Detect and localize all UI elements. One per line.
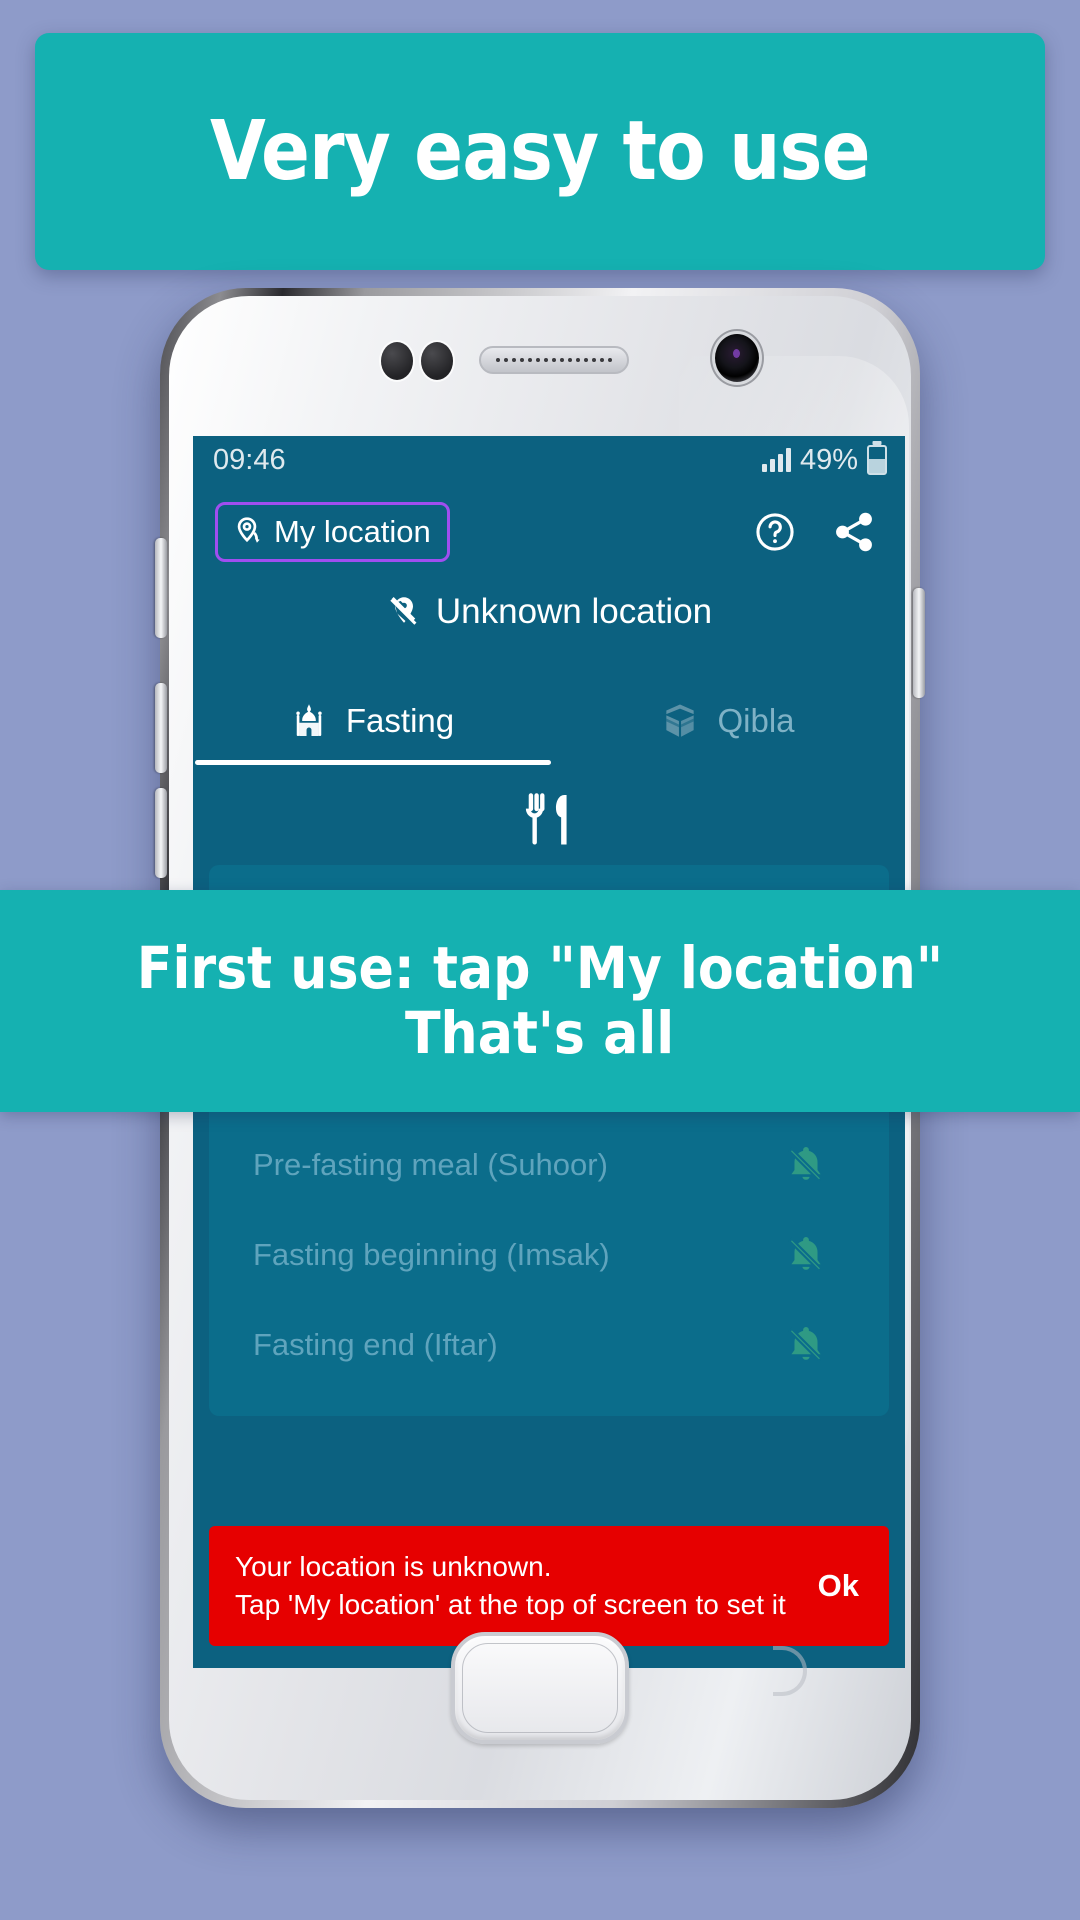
- bell-off-icon[interactable]: [783, 1142, 829, 1188]
- location-off-icon: [386, 594, 422, 630]
- status-bar: 09:46 49%: [193, 436, 905, 484]
- bell-off-icon[interactable]: [783, 1232, 829, 1278]
- tab-indicator: [193, 760, 905, 765]
- light-sensor-icon: [421, 342, 453, 380]
- event-label: Pre-fasting meal (Suhoor): [253, 1147, 608, 1182]
- my-location-button[interactable]: My location: [215, 502, 450, 562]
- event-label: Fasting beginning (Imsak): [253, 1237, 610, 1272]
- location-status-label: Unknown location: [435, 592, 713, 631]
- tab-fasting[interactable]: Fasting: [193, 700, 549, 760]
- snackbar-message: Your location is unknown. Tap 'My locati…: [235, 1548, 786, 1624]
- power-button: [913, 588, 925, 698]
- battery-icon: [867, 445, 887, 475]
- help-circle-icon[interactable]: [753, 510, 797, 554]
- earpiece-speaker-icon: [479, 346, 629, 374]
- volume-up-button: [155, 683, 167, 773]
- meal-section-header: [193, 789, 905, 851]
- tab-fasting-label: Fasting: [345, 702, 455, 739]
- promo-banner-middle-line1: First use: tap "My location": [136, 934, 944, 1003]
- home-button[interactable]: [451, 1632, 629, 1744]
- app-bar: My location: [193, 484, 905, 570]
- snackbar-ok-button[interactable]: Ok: [792, 1568, 859, 1604]
- event-row-iftar[interactable]: Fasting end (Iftar): [231, 1300, 867, 1390]
- location-status: Unknown location: [193, 592, 905, 632]
- event-list: Pre-fasting meal (Suhoor) Fasting beginn…: [231, 1120, 867, 1390]
- fork-knife-icon: [518, 789, 580, 851]
- promo-banner-middle: First use: tap "My location" That's all: [0, 890, 1080, 1112]
- promo-banner-middle-line2: That's all: [405, 999, 675, 1067]
- promo-banner-top-text: Very easy to use: [210, 104, 871, 199]
- signal-bars-icon: [761, 448, 791, 472]
- event-row-suhoor[interactable]: Pre-fasting meal (Suhoor): [231, 1120, 867, 1210]
- my-location-button-label: My location: [274, 514, 431, 549]
- status-bar-clock: 09:46: [213, 443, 286, 476]
- snackbar: Your location is unknown. Tap 'My locati…: [209, 1525, 889, 1646]
- front-camera-icon: [715, 334, 759, 382]
- tab-qibla[interactable]: Qibla: [549, 700, 905, 760]
- share-icon[interactable]: [831, 509, 877, 555]
- promo-banner-top: Very easy to use: [35, 33, 1045, 270]
- tab-bar: Fasting Qibla: [193, 700, 905, 760]
- volume-down-button: [155, 788, 167, 878]
- snackbar-message-line2: Tap 'My location' at the top of screen t…: [235, 1588, 786, 1620]
- kaaba-icon: [659, 700, 701, 742]
- location-refresh-icon: [230, 515, 264, 549]
- event-row-imsak[interactable]: Fasting beginning (Imsak): [231, 1210, 867, 1300]
- phone-button-left-1: [155, 538, 167, 638]
- mosque-icon: [288, 700, 330, 742]
- tab-qibla-label: Qibla: [717, 702, 795, 739]
- event-label: Fasting end (Iftar): [253, 1327, 498, 1362]
- battery-percent-label: 49%: [799, 443, 858, 476]
- snackbar-message-line1: Your location is unknown.: [235, 1550, 552, 1582]
- bell-off-icon[interactable]: [783, 1322, 829, 1368]
- proximity-sensor-icon: [381, 342, 413, 380]
